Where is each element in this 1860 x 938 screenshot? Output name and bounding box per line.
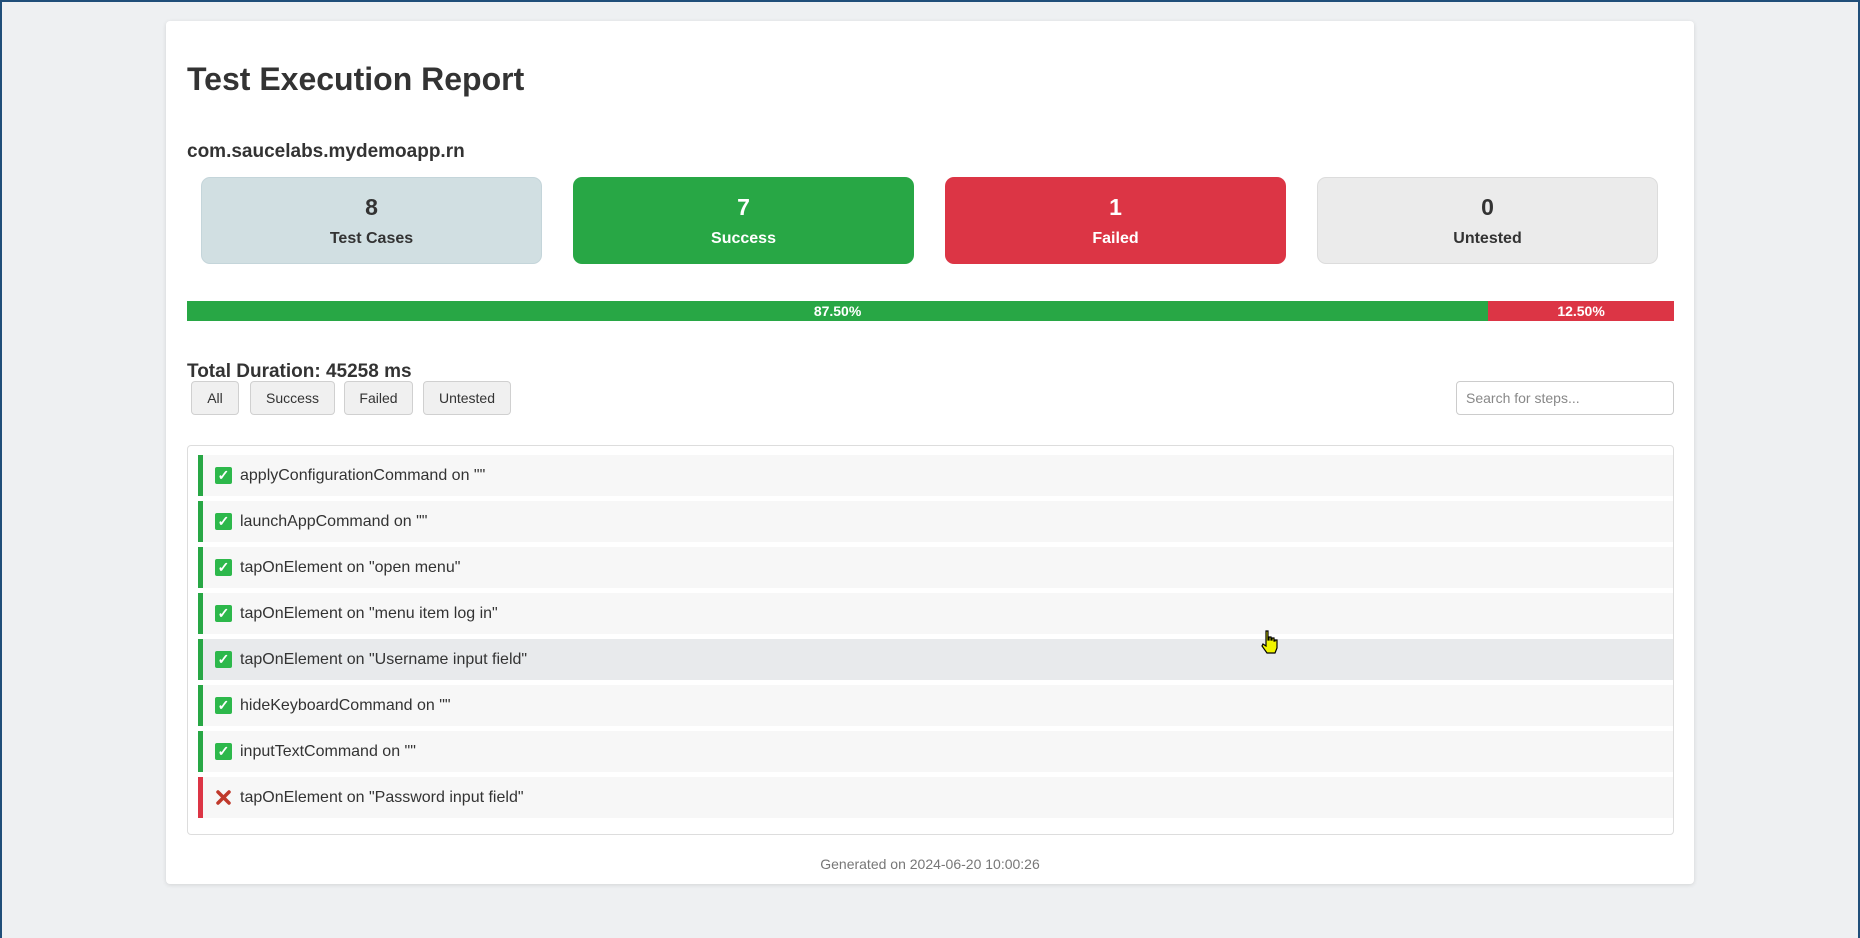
step-text: hideKeyboardCommand on "" (240, 696, 451, 714)
check-box-icon: ✓ (215, 605, 232, 622)
step-row[interactable]: ✓ applyConfigurationCommand on "" (198, 455, 1673, 496)
stat-untested-value: 0 (1481, 194, 1494, 220)
stats-row: 8 Test Cases 7 Success 1 Failed 0 Untest… (201, 177, 1661, 264)
generated-footer: Generated on 2024-06-20 10:00:26 (820, 856, 1040, 872)
progress-success-segment: 87.50% (187, 301, 1489, 321)
cross-icon (215, 789, 232, 806)
filter-all-button[interactable]: All (191, 381, 239, 415)
search-input[interactable] (1456, 381, 1674, 415)
stat-success-card: 7 Success (573, 177, 914, 264)
filter-success-button[interactable]: Success (250, 381, 335, 415)
step-row[interactable]: ✓ tapOnElement on "open menu" (198, 547, 1673, 588)
stat-untested-card: 0 Untested (1317, 177, 1658, 264)
step-text: inputTextCommand on "" (240, 742, 416, 760)
page-title: Test Execution Report (187, 61, 525, 97)
step-row[interactable]: ✓ tapOnElement on "Username input field" (198, 639, 1673, 680)
step-text: launchAppCommand on "" (240, 512, 428, 530)
step-row[interactable]: ✓ launchAppCommand on "" (198, 501, 1673, 542)
stat-untested-label: Untested (1453, 230, 1522, 247)
filter-untested-button[interactable]: Untested (423, 381, 511, 415)
step-text: tapOnElement on "Password input field" (240, 788, 524, 806)
filter-failed-button[interactable]: Failed (344, 381, 413, 415)
check-box-icon: ✓ (215, 697, 232, 714)
step-row[interactable]: tapOnElement on "Password input field" (198, 777, 1673, 818)
check-box-icon: ✓ (215, 651, 232, 668)
stat-success-label: Success (711, 230, 776, 247)
package-name: com.saucelabs.mydemoapp.rn (187, 141, 465, 162)
step-text: tapOnElement on "open menu" (240, 558, 461, 576)
check-box-icon: ✓ (215, 467, 232, 484)
progress-bar: 87.50% 12.50% (187, 301, 1674, 321)
stat-total-label: Test Cases (329, 230, 414, 247)
step-text: tapOnElement on "menu item log in" (240, 604, 498, 622)
check-box-icon: ✓ (215, 513, 232, 530)
stat-total-card: 8 Test Cases (201, 177, 542, 264)
report-card: Test Execution Report com.saucelabs.myde… (166, 21, 1694, 884)
stat-total-value: 8 (365, 194, 378, 220)
hand-cursor-icon (1261, 630, 1278, 654)
steps-list: ✓ applyConfigurationCommand on "" ✓ launchA… (187, 445, 1674, 835)
step-row[interactable]: ✓ inputTextCommand on "" (198, 731, 1673, 772)
check-box-icon: ✓ (215, 559, 232, 576)
step-row[interactable]: ✓ hideKeyboardCommand on "" (198, 685, 1673, 726)
window-frame-left (0, 0, 2, 938)
stat-failed-value: 1 (1109, 194, 1122, 220)
total-duration: Total Duration: 45258 ms (187, 361, 412, 382)
stat-success-value: 7 (737, 194, 750, 220)
progress-failed-segment: 12.50% (1488, 301, 1674, 321)
stat-failed-label: Failed (1092, 230, 1139, 247)
step-text: applyConfigurationCommand on "" (240, 466, 486, 484)
window-frame-top (0, 0, 1860, 2)
check-box-icon: ✓ (215, 743, 232, 760)
step-text: tapOnElement on "Username input field" (240, 650, 528, 668)
step-row[interactable]: ✓ tapOnElement on "menu item log in" (198, 593, 1673, 634)
stat-failed-card: 1 Failed (945, 177, 1286, 264)
